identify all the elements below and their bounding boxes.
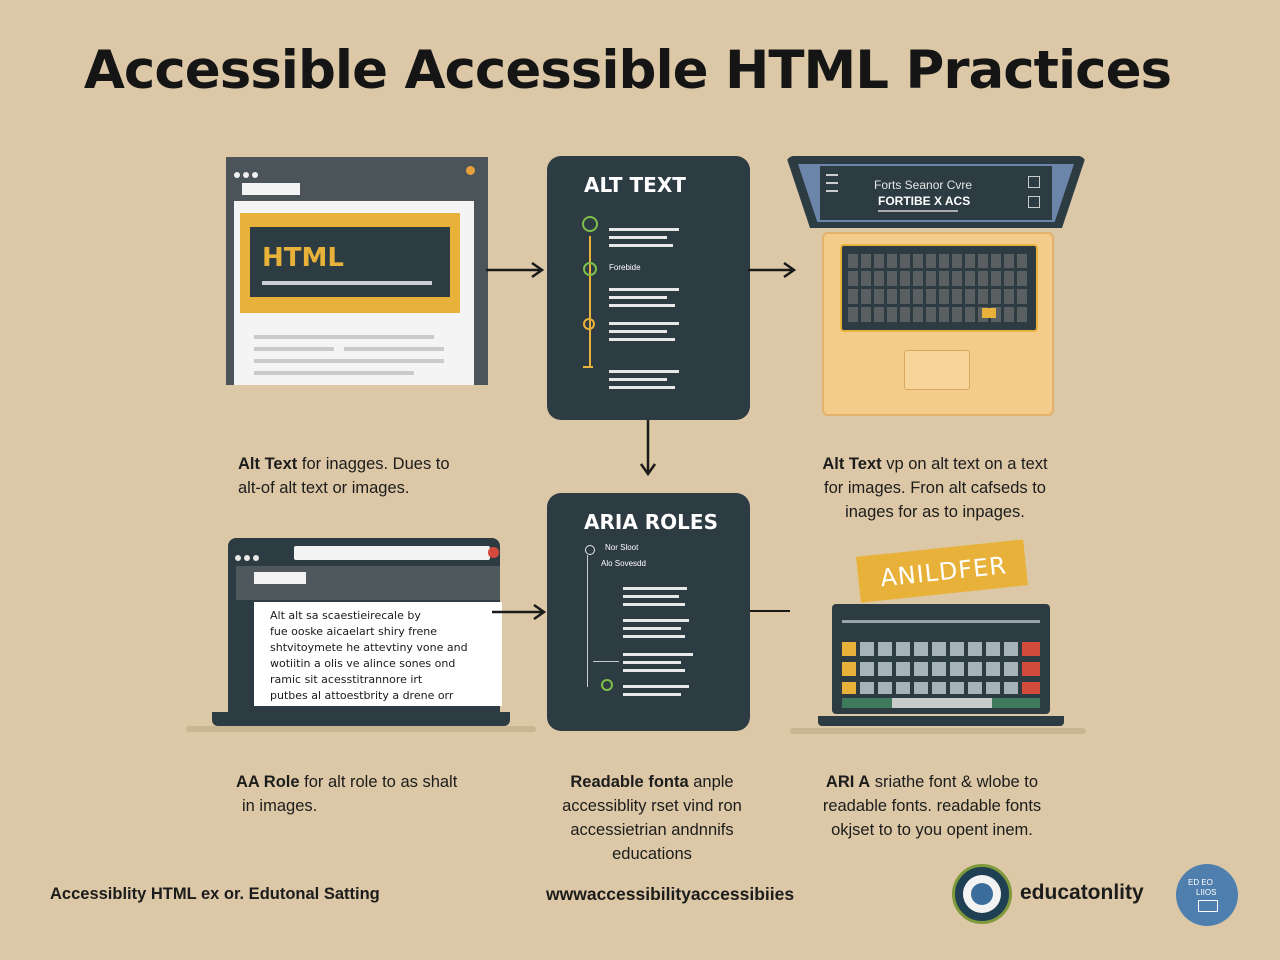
aria-roles-title: ARIA ROLES <box>584 510 718 534</box>
address-bar <box>242 183 300 195</box>
tree-connector <box>589 236 591 366</box>
arrow-down-icon <box>639 420 657 477</box>
keyboard <box>840 244 1038 332</box>
aria-sub2: Alo Sovesdd <box>601 559 646 568</box>
education-seal-icon: ED EO LIIOS <box>1176 864 1238 926</box>
caption-alt-text-images: Alt Text for inagges. Dues to alt-of alt… <box>238 455 450 497</box>
arrow-right-icon <box>492 603 547 621</box>
html-label: HTML <box>262 243 344 273</box>
page-title: Accessible Accessible HTML Practices <box>83 40 1172 101</box>
node-icon <box>583 262 597 276</box>
connector-line <box>750 610 790 612</box>
laptop-screen-line2: FORTIBE X ACS <box>878 194 971 208</box>
aria-roles-card: ARIA ROLES Nor Sloot Alo Sovesdd <box>547 493 750 731</box>
aria-sub1: Nor Sloot <box>605 543 639 552</box>
alt-text-card: ALT TEXT Forebide <box>547 156 750 420</box>
laptop-screen-line1: Forts Seanor Cvre <box>874 178 973 192</box>
caption-readable-fonts: Readable fonta anple accessiblity rset v… <box>562 773 742 863</box>
caption-alt-text-right: Alt Text vp on alt text on a text for im… <box>822 455 1048 521</box>
keyboard <box>832 604 1050 714</box>
laptop-screen-text: Alt alt sa scaestieirecale by fue ooske … <box>254 602 502 706</box>
leaf-icon <box>582 216 598 232</box>
footer-brand: educatonlity <box>1020 881 1144 904</box>
address-bar <box>294 546 490 560</box>
badge: ANILDFER <box>856 539 1028 603</box>
node-icon <box>601 679 613 691</box>
alt-text-sub: Forebide <box>609 263 641 272</box>
accessibility-logo-icon <box>952 864 1012 924</box>
window-dots <box>234 165 258 183</box>
arrow-right-icon <box>486 261 545 279</box>
footer-left-text: Accessiblity HTML ex or. Edutonal Sattin… <box>50 885 380 903</box>
caption-aa-role: AA Role for alt role to as shalt in imag… <box>236 773 458 815</box>
trackpad <box>904 350 970 390</box>
laptop-text-illustration: Alt alt sa scaestieirecale by fue ooske … <box>186 538 536 738</box>
footer-url[interactable]: wwwaccessibilityaccessibiies <box>546 884 794 905</box>
alt-text-title: ALT TEXT <box>584 173 686 197</box>
laptop-keyboard-illustration: Forts Seanor Cvre FORTIBE X ACS <box>786 156 1086 416</box>
browser-window-html: HTML <box>226 157 488 385</box>
badge-keyboard-illustration: ANILDFER <box>790 539 1090 740</box>
caption-aria-fonts: ARI A sriathe font & wlobe to readable f… <box>822 773 1042 839</box>
